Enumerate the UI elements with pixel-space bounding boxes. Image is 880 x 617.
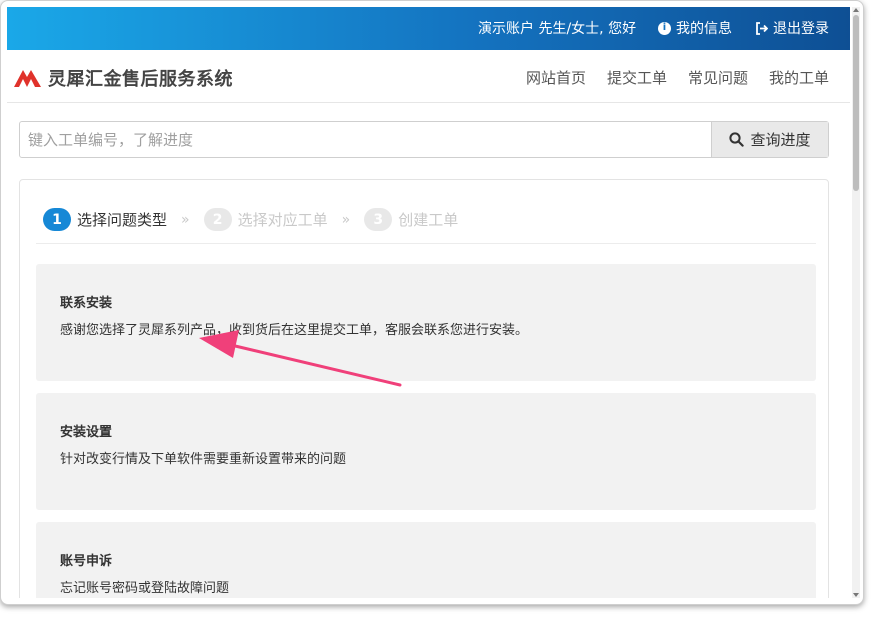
- page-scrollbar[interactable]: [852, 7, 860, 598]
- page-viewport: 演示账户 先生/女士, 您好 i 我的信息 退出登录 灵犀汇金售后服务系统 网站…: [7, 7, 850, 598]
- annotation-arrow: [199, 330, 402, 387]
- browser-frame: 演示账户 先生/女士, 您好 i 我的信息 退出登录 灵犀汇金售后服务系统 网站…: [0, 0, 864, 605]
- scroll-down-arrow-icon[interactable]: [853, 593, 859, 597]
- scrollbar-thumb[interactable]: [853, 15, 859, 191]
- scroll-up-arrow-icon[interactable]: [853, 8, 859, 12]
